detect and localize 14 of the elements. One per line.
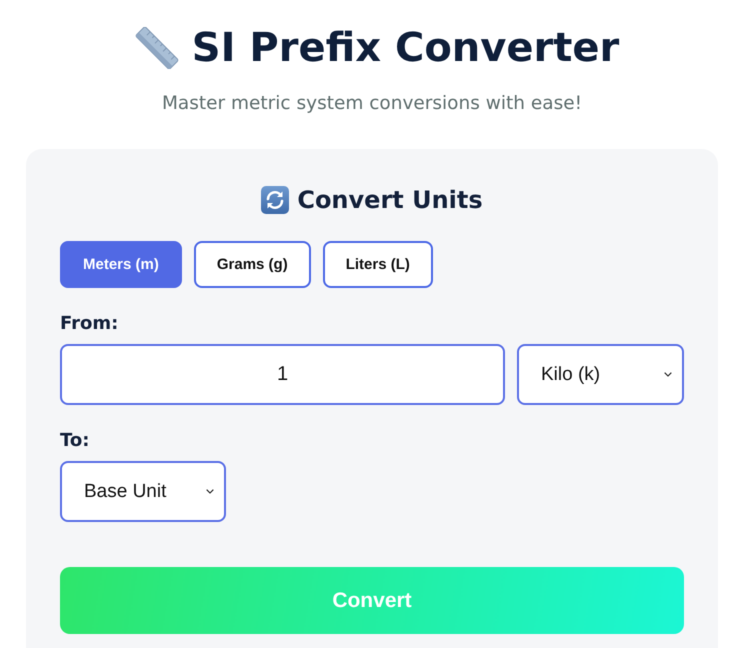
chevron-icon <box>664 372 672 377</box>
unit-tab[interactable]: Meters (m) <box>60 241 182 288</box>
prefix-select[interactable]: Kilo (k) <box>517 344 684 405</box>
prefix-select[interactable]: Base Unit <box>60 461 226 522</box>
field-label: From: <box>60 313 120 335</box>
chevron-icon <box>206 489 214 494</box>
unit-tab[interactable]: Grams (g) <box>194 241 311 288</box>
page-title: SI Prefix Converter <box>192 24 620 72</box>
value-input[interactable]: 1 <box>60 344 505 405</box>
refresh-icon <box>261 186 290 214</box>
card-heading: Convert Units <box>297 185 483 215</box>
page-subtitle: Master metric system conversions with ease! <box>162 92 582 116</box>
field-label: To: <box>60 430 90 452</box>
unit-tab[interactable]: Liters (L) <box>322 241 433 288</box>
